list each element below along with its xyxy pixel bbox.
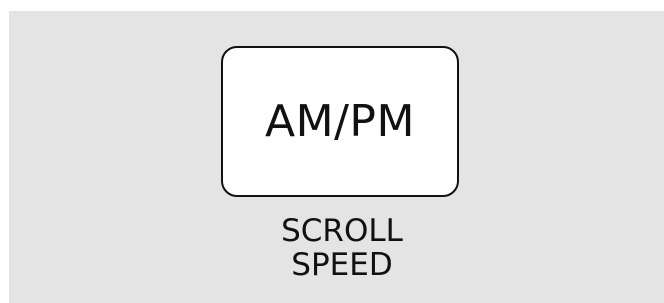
caption-line-2: SPEED [291,247,393,283]
caption-line-1: SCROLL [281,213,403,249]
am-pm-button[interactable]: AM/PM [221,46,459,197]
am-pm-button-label: AM/PM [265,95,415,147]
scroll-speed-caption: SCROLL SPEED [242,214,442,282]
